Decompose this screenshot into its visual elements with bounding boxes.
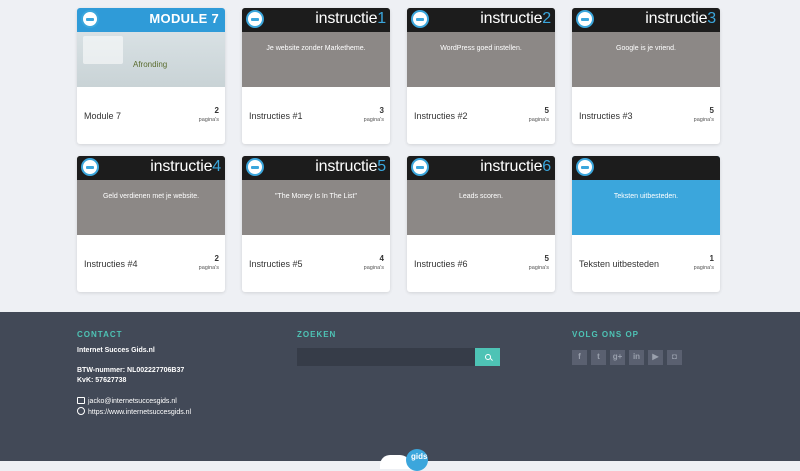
page-count: 2 pagina's [179, 106, 219, 123]
card-title: Instructies #6 [414, 259, 468, 269]
page-count-number: 2 [214, 254, 219, 263]
course-card-instructies-4[interactable]: instructie4 Geld verdienen met je websit… [77, 156, 225, 292]
card-thumbnail: instructie4 Geld verdienen met je websit… [77, 156, 225, 235]
course-card-instructies-5[interactable]: instructie5 "The Money Is In The List" I… [242, 156, 390, 292]
card-title: Teksten uitbesteden [579, 259, 660, 269]
page-count: 1 pagina's [674, 254, 714, 271]
site-badge-icon [246, 10, 264, 28]
twitter-icon[interactable]: t [591, 350, 606, 365]
globe-icon [77, 407, 85, 415]
site-badge-icon [576, 158, 594, 176]
page-count: 5 pagina's [509, 106, 549, 123]
social-heading: VOLG ONS OP [572, 330, 640, 339]
card-thumbnail: MODULE 7 Afronding [77, 8, 225, 87]
card-tagline: Leads scoren. [459, 193, 503, 200]
site-footer: CONTACT Internet Succes Gids.nl BTW-numm… [0, 312, 800, 471]
site-badge-icon [81, 158, 99, 176]
page-count-number: 1 [709, 254, 714, 263]
card-thumbnail: instructie5 "The Money Is In The List" [242, 156, 390, 235]
page-count-number: 5 [709, 106, 714, 115]
site-badge-icon [81, 10, 99, 28]
contact-heading: CONTACT [77, 330, 123, 339]
page-count: 3 pagina's [344, 106, 384, 123]
card-tagline: Google is je vriend. [616, 45, 676, 52]
page-count-unit: pagina's [363, 117, 384, 123]
search-heading: ZOEKEN [297, 330, 337, 339]
card-title: Module 7 [84, 111, 122, 121]
website-link[interactable]: https://www.internetsuccesgids.nl [77, 407, 191, 416]
module-subtitle: Afronding [133, 60, 168, 69]
page-count: 5 pagina's [509, 254, 549, 271]
page-count: 4 pagina's [344, 254, 384, 271]
page-count-number: 5 [544, 254, 549, 263]
card-tagline: WordPress goed instellen. [440, 45, 522, 52]
page-count-unit: pagina's [528, 265, 549, 271]
brand-text: instructie5 [315, 158, 386, 175]
card-title: Instructies #5 [249, 259, 303, 269]
brand-text: instructie2 [480, 10, 551, 27]
course-card-instructies-6[interactable]: instructie6 Leads scoren. Instructies #6… [407, 156, 555, 292]
card-thumbnail: Teksten uitbesteden. [572, 156, 720, 235]
card-tagline: "The Money Is In The List" [275, 193, 357, 200]
page-count-unit: pagina's [198, 117, 219, 123]
btw-number: BTW-nummer: NL002227706B37 [77, 367, 185, 374]
page-count-number: 3 [379, 106, 384, 115]
footer-logo[interactable]: gids [380, 449, 436, 471]
card-title: Instructies #3 [579, 111, 633, 121]
card-title: Instructies #2 [414, 111, 468, 121]
card-title: Instructies #1 [249, 111, 303, 121]
card-tagline: Je website zonder Marketheme. [266, 45, 366, 52]
brand-text: instructie6 [480, 158, 551, 175]
course-card-instructies-1[interactable]: instructie1 Je website zonder Marketheme… [242, 8, 390, 144]
module-title: MODULE 7 [149, 11, 219, 26]
site-badge-icon [411, 10, 429, 28]
email-link[interactable]: jacko@internetsuccesgids.nl [77, 397, 177, 405]
envelope-icon [77, 397, 85, 404]
youtube-icon[interactable]: ▶ [648, 350, 663, 365]
linkedin-icon[interactable]: in [629, 350, 644, 365]
card-tagline: Teksten uitbesteden. [613, 193, 679, 200]
kvk-number: KvK: 57627738 [77, 377, 127, 384]
site-badge-icon [576, 10, 594, 28]
logo-text: gids [411, 452, 428, 461]
thumbnail-header [572, 156, 720, 180]
desk-image [83, 36, 123, 64]
page-count: 5 pagina's [674, 106, 714, 123]
company-name: Internet Succes Gids.nl [77, 347, 155, 354]
instagram-icon[interactable]: ◘ [667, 350, 682, 365]
card-thumbnail: instructie6 Leads scoren. [407, 156, 555, 235]
page-count-unit: pagina's [693, 117, 714, 123]
course-card-instructies-3[interactable]: instructie3 Google is je vriend. Instruc… [572, 8, 720, 144]
search-icon [485, 354, 491, 360]
site-badge-icon [246, 158, 264, 176]
course-card-teksten-uitbesteden[interactable]: Teksten uitbesteden. Teksten uitbesteden… [572, 156, 720, 292]
page-count-unit: pagina's [363, 265, 384, 271]
page-count-unit: pagina's [693, 265, 714, 271]
course-card-module-7[interactable]: MODULE 7 Afronding Module 7 2 pagina's [77, 8, 225, 144]
brand-text: instructie4 [150, 158, 221, 175]
card-thumbnail: instructie2 WordPress goed instellen. [407, 8, 555, 87]
brand-text: instructie1 [315, 10, 386, 27]
page-count-number: 5 [544, 106, 549, 115]
card-thumbnail: instructie3 Google is je vriend. [572, 8, 720, 87]
page-count-number: 2 [214, 106, 219, 115]
search-input[interactable] [297, 348, 475, 366]
card-tagline: Geld verdienen met je website. [102, 193, 200, 200]
page-count-unit: pagina's [198, 265, 219, 271]
google-plus-icon[interactable]: g+ [610, 350, 625, 365]
page-count: 2 pagina's [179, 254, 219, 271]
facebook-icon[interactable]: f [572, 350, 587, 365]
page-count-unit: pagina's [528, 117, 549, 123]
course-card-instructies-2[interactable]: instructie2 WordPress goed instellen. In… [407, 8, 555, 144]
site-badge-icon [411, 158, 429, 176]
page-count-number: 4 [379, 254, 384, 263]
search-button[interactable] [475, 348, 500, 366]
card-thumbnail: instructie1 Je website zonder Marketheme… [242, 8, 390, 87]
brand-text: instructie3 [645, 10, 716, 27]
card-title: Instructies #4 [84, 259, 138, 269]
